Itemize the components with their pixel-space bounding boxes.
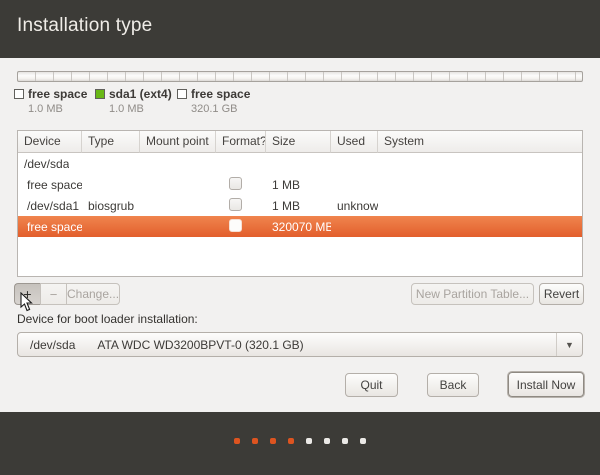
table-row-sda1[interactable]: /dev/sda1 biosgrub 1 MB unknown <box>18 195 582 216</box>
progress-dot <box>360 438 366 444</box>
legend-size: 1.0 MB <box>28 103 87 115</box>
legend-size: 1.0 MB <box>109 103 172 115</box>
boot-device-description: ATA WDC WD3200BPVT-0 (320.1 GB) <box>97 338 303 352</box>
column-header-device[interactable]: Device <box>18 131 82 153</box>
column-header-format[interactable]: Format? <box>216 131 266 153</box>
titlebar: Installation type <box>0 0 600 58</box>
type-cell: biosgrub <box>82 199 140 213</box>
column-header-system[interactable]: System <box>378 131 582 153</box>
add-partition-button[interactable]: + <box>14 283 40 305</box>
column-header-used[interactable]: Used <box>331 131 378 153</box>
remove-partition-button[interactable]: − <box>40 283 66 305</box>
free-space-swatch <box>14 89 24 99</box>
device-cell: /dev/sda1 <box>18 199 82 213</box>
table-row-free-space-selected[interactable]: free space 320070 MB <box>18 216 582 237</box>
table-row-dev-sda[interactable]: /dev/sda <box>18 153 582 174</box>
device-cell: free space <box>18 220 82 234</box>
column-header-size[interactable]: Size <box>266 131 331 153</box>
progress-dots <box>234 438 366 444</box>
column-header-type[interactable]: Type <box>82 131 140 153</box>
legend-label: sda1 (ext4) <box>109 87 172 101</box>
progress-dot <box>306 438 312 444</box>
ext4-swatch <box>95 89 105 99</box>
revert-button[interactable]: Revert <box>539 283 584 305</box>
boot-device-dropdown[interactable]: /dev/sda ATA WDC WD3200BPVT-0 (320.1 GB)… <box>17 332 583 357</box>
size-cell: 1 MB <box>266 178 331 192</box>
legend-item-free-space-2: free space 320.1 GB <box>177 87 250 115</box>
progress-dot <box>324 438 330 444</box>
quit-button[interactable]: Quit <box>345 373 398 397</box>
legend-item-sda1: sda1 (ext4) 1.0 MB <box>95 87 172 115</box>
dropdown-arrow-zone: ▼ <box>556 333 582 356</box>
installer-window: Installation type free space 1.0 MB sda1… <box>0 0 600 475</box>
chevron-down-icon: ▼ <box>565 340 574 350</box>
format-checkbox[interactable] <box>229 198 242 211</box>
device-cell: /dev/sda <box>18 157 69 171</box>
partition-table: Device Type Mount point Format? Size Use… <box>17 130 583 277</box>
format-checkbox[interactable] <box>229 219 242 232</box>
new-partition-table-button[interactable]: New Partition Table... <box>411 283 534 305</box>
legend-label: free space <box>28 87 87 101</box>
format-checkbox[interactable] <box>229 177 242 190</box>
boot-loader-label: Device for boot loader installation: <box>17 312 198 326</box>
column-header-mount-point[interactable]: Mount point <box>140 131 216 153</box>
table-action-buttons: New Partition Table... Revert <box>411 283 584 305</box>
device-cell: free space <box>18 178 82 192</box>
legend-size: 320.1 GB <box>191 103 250 115</box>
free-space-swatch <box>177 89 187 99</box>
progress-dot <box>342 438 348 444</box>
progress-dot <box>288 438 294 444</box>
legend-label: free space <box>191 87 250 101</box>
partition-bar <box>17 71 583 82</box>
progress-dot <box>234 438 240 444</box>
table-header: Device Type Mount point Format? Size Use… <box>18 131 582 153</box>
install-now-button[interactable]: Install Now <box>508 372 584 397</box>
legend-item-free-space-1: free space 1.0 MB <box>14 87 87 115</box>
progress-dot <box>252 438 258 444</box>
table-row-free-space-1[interactable]: free space 1 MB <box>18 174 582 195</box>
page-title: Installation type <box>17 15 152 37</box>
change-partition-button[interactable]: Change... <box>66 283 120 305</box>
used-cell: unknown <box>331 199 378 213</box>
size-cell: 320070 MB <box>266 220 331 234</box>
boot-device-value: /dev/sda <box>30 338 75 352</box>
partition-edit-buttons: + − Change... <box>14 283 120 305</box>
progress-dot <box>270 438 276 444</box>
size-cell: 1 MB <box>266 199 331 213</box>
back-button[interactable]: Back <box>427 373 479 397</box>
